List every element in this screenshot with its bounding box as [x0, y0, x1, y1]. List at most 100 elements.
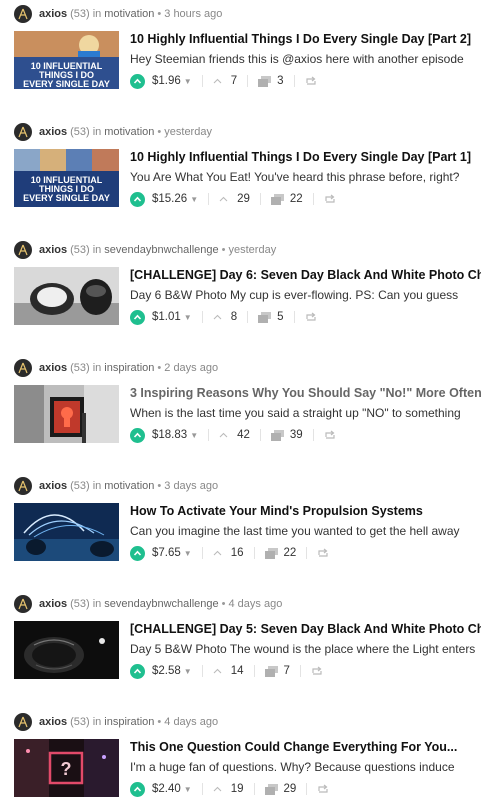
post-thumbnail[interactable]: ?	[14, 739, 119, 797]
flag-icon[interactable]	[213, 786, 222, 792]
flag-icon[interactable]	[219, 432, 228, 438]
post-summary[interactable]: You Are What You Eat! You've heard this …	[130, 169, 481, 185]
comment-icon[interactable]	[264, 665, 278, 677]
comment-count[interactable]: 39	[290, 429, 303, 441]
flag-icon[interactable]	[213, 78, 222, 84]
post-title[interactable]: How To Activate Your Mind's Propulsion S…	[130, 503, 481, 519]
flag-icon[interactable]	[213, 550, 222, 556]
post-thumbnail[interactable]	[14, 267, 119, 325]
post-summary[interactable]: Hey Steemian friends this is @axios here…	[130, 51, 481, 67]
upvote-icon[interactable]	[130, 663, 145, 679]
comment-icon[interactable]	[270, 193, 284, 205]
avatar-icon[interactable]	[14, 595, 32, 613]
avatar-icon[interactable]	[14, 359, 32, 377]
payout-value[interactable]: $1.01	[152, 311, 181, 323]
payout-value[interactable]: $18.83	[152, 429, 187, 441]
vote-count[interactable]: 19	[231, 783, 244, 795]
comment-icon[interactable]	[258, 75, 272, 87]
author-link[interactable]: axios	[39, 716, 67, 728]
upvote-icon[interactable]	[130, 191, 145, 207]
author-link[interactable]: axios	[39, 598, 67, 610]
category-link[interactable]: motivation	[104, 480, 154, 492]
post-summary[interactable]: Day 5 B&W Photo The wound is the place w…	[130, 641, 481, 657]
caret-down-icon[interactable]: ▼	[184, 667, 192, 676]
vote-count[interactable]: 16	[231, 547, 244, 559]
post-title[interactable]: 3 Inspiring Reasons Why You Should Say "…	[130, 385, 481, 401]
comment-count[interactable]: 29	[284, 783, 297, 795]
comment-icon[interactable]	[270, 429, 284, 441]
comment-count[interactable]: 22	[284, 547, 297, 559]
vote-count[interactable]: 42	[237, 429, 250, 441]
flag-icon[interactable]	[213, 314, 222, 320]
comment-count[interactable]: 3	[277, 75, 283, 87]
avatar-icon[interactable]	[14, 477, 32, 495]
post-title[interactable]: 10 Highly Influential Things I Do Every …	[130, 31, 481, 47]
flag-icon[interactable]	[219, 196, 228, 202]
reblog-icon[interactable]	[311, 666, 323, 676]
comment-count[interactable]: 22	[290, 193, 303, 205]
comment-count[interactable]: 7	[284, 665, 290, 677]
reblog-icon[interactable]	[317, 548, 329, 558]
payout-value[interactable]: $15.26	[152, 193, 187, 205]
comment-count[interactable]: 5	[277, 311, 283, 323]
upvote-icon[interactable]	[130, 73, 145, 89]
vote-count[interactable]: 7	[231, 75, 237, 87]
post-title[interactable]: 10 Highly Influential Things I Do Every …	[130, 149, 481, 165]
post-summary[interactable]: Day 6 B&W Photo My cup is ever-flowing. …	[130, 287, 481, 303]
upvote-icon[interactable]	[130, 309, 145, 325]
post-thumbnail[interactable]	[14, 503, 119, 561]
vote-count[interactable]: 8	[231, 311, 237, 323]
post-timestamp[interactable]: 2 days ago	[164, 362, 218, 374]
post-thumbnail[interactable]: 10 INFLUENTIAL THINGS I DO EVERY SINGLE …	[14, 149, 119, 207]
post-thumbnail[interactable]	[14, 385, 119, 443]
reblog-icon[interactable]	[317, 784, 329, 794]
reblog-icon[interactable]	[324, 430, 336, 440]
category-link[interactable]: sevendaybnwchallenge	[104, 244, 218, 256]
author-link[interactable]: axios	[39, 244, 67, 256]
post-timestamp[interactable]: 3 days ago	[164, 480, 218, 492]
post-thumbnail[interactable]: 10 INFLUENTIAL THINGS I DO EVERY SINGLE …	[14, 31, 119, 89]
payout-value[interactable]: $1.96	[152, 75, 181, 87]
category-link[interactable]: sevendaybnwchallenge	[104, 598, 218, 610]
flag-icon[interactable]	[213, 668, 222, 674]
caret-down-icon[interactable]: ▼	[190, 195, 198, 204]
author-link[interactable]: axios	[39, 126, 67, 138]
upvote-icon[interactable]	[130, 781, 145, 797]
post-timestamp[interactable]: yesterday	[164, 126, 212, 138]
vote-count[interactable]: 14	[231, 665, 244, 677]
post-timestamp[interactable]: 4 days ago	[229, 598, 283, 610]
category-link[interactable]: motivation	[104, 126, 154, 138]
reblog-icon[interactable]	[305, 312, 317, 322]
post-title[interactable]: [CHALLENGE] Day 5: Seven Day Black And W…	[130, 621, 481, 637]
upvote-icon[interactable]	[130, 427, 145, 443]
payout-value[interactable]: $2.40	[152, 783, 181, 795]
author-link[interactable]: axios	[39, 480, 67, 492]
payout-value[interactable]: $2.58	[152, 665, 181, 677]
comment-icon[interactable]	[258, 311, 272, 323]
caret-down-icon[interactable]: ▼	[190, 431, 198, 440]
post-title[interactable]: [CHALLENGE] Day 6: Seven Day Black And W…	[130, 267, 481, 283]
avatar-icon[interactable]	[14, 123, 32, 141]
reblog-icon[interactable]	[305, 76, 317, 86]
post-summary[interactable]: Can you imagine the last time you wanted…	[130, 523, 481, 539]
post-summary[interactable]: I'm a huge fan of questions. Why? Becaus…	[130, 759, 481, 775]
post-summary[interactable]: When is the last time you said a straigh…	[130, 405, 481, 421]
avatar-icon[interactable]	[14, 713, 32, 731]
comment-icon[interactable]	[264, 547, 278, 559]
caret-down-icon[interactable]: ▼	[184, 77, 192, 86]
reblog-icon[interactable]	[324, 194, 336, 204]
caret-down-icon[interactable]: ▼	[184, 549, 192, 558]
comment-icon[interactable]	[264, 783, 278, 795]
payout-value[interactable]: $7.65	[152, 547, 181, 559]
upvote-icon[interactable]	[130, 545, 145, 561]
post-timestamp[interactable]: yesterday	[229, 244, 277, 256]
category-link[interactable]: inspiration	[104, 362, 154, 374]
post-title[interactable]: This One Question Could Change Everythin…	[130, 739, 481, 755]
author-link[interactable]: axios	[39, 8, 67, 20]
author-link[interactable]: axios	[39, 362, 67, 374]
post-timestamp[interactable]: 4 days ago	[164, 716, 218, 728]
category-link[interactable]: inspiration	[104, 716, 154, 728]
caret-down-icon[interactable]: ▼	[184, 785, 192, 794]
post-thumbnail[interactable]	[14, 621, 119, 679]
avatar-icon[interactable]	[14, 241, 32, 259]
